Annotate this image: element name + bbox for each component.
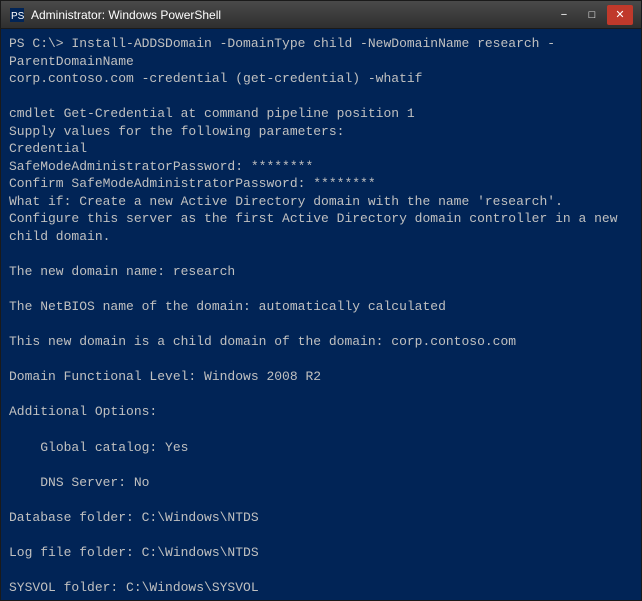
terminal-line: Global catalog: Yes (9, 439, 633, 457)
blank-line (9, 316, 633, 334)
window-title: Administrator: Windows PowerShell (31, 8, 221, 22)
blank-line (9, 351, 633, 369)
terminal-body: PS C:\> Install-ADDSDomain -DomainType c… (1, 29, 641, 600)
terminal-line: SYSVOL folder: C:\Windows\SYSVOL (9, 579, 633, 597)
terminal-line: Supply values for the following paramete… (9, 123, 633, 141)
blank-line (9, 561, 633, 579)
terminal-line: Configure this server as the first Activ… (9, 210, 633, 245)
terminal-line: PS C:\> Install-ADDSDomain -DomainType c… (9, 35, 633, 70)
minimize-button[interactable]: − (551, 5, 577, 25)
close-button[interactable]: ✕ (607, 5, 633, 25)
terminal-line: Database folder: C:\Windows\NTDS (9, 509, 633, 527)
terminal-line: Additional Options: (9, 403, 633, 421)
blank-line (9, 246, 633, 264)
blank-line (9, 386, 633, 404)
maximize-button[interactable]: □ (579, 5, 605, 25)
title-bar-left: PS Administrator: Windows PowerShell (9, 7, 221, 23)
terminal-line: The new domain name: research (9, 263, 633, 281)
terminal-line: The NetBIOS name of the domain: automati… (9, 298, 633, 316)
blank-line (9, 421, 633, 439)
title-bar-controls: − □ ✕ (551, 5, 633, 25)
powershell-icon: PS (9, 7, 25, 23)
terminal-line: What if: Create a new Active Directory d… (9, 193, 633, 211)
powershell-window: PS Administrator: Windows PowerShell − □… (0, 0, 642, 601)
terminal-line: This new domain is a child domain of the… (9, 333, 633, 351)
blank-line (9, 526, 633, 544)
blank-line (9, 281, 633, 299)
blank-line (9, 88, 633, 106)
terminal-line: SafeModeAdministratorPassword: ******** (9, 158, 633, 176)
title-bar: PS Administrator: Windows PowerShell − □… (1, 1, 641, 29)
terminal-line: Credential (9, 140, 633, 158)
blank-line (9, 456, 633, 474)
terminal-line: Confirm SafeModeAdministratorPassword: *… (9, 175, 633, 193)
blank-line (9, 597, 633, 601)
blank-line (9, 491, 633, 509)
terminal-line: corp.contoso.com -credential (get-creden… (9, 70, 633, 88)
terminal-line: Domain Functional Level: Windows 2008 R2 (9, 368, 633, 386)
svg-text:PS: PS (11, 11, 24, 22)
terminal-line: cmdlet Get-Credential at command pipelin… (9, 105, 633, 123)
terminal-content[interactable]: PS C:\> Install-ADDSDomain -DomainType c… (9, 35, 633, 600)
terminal-line: Log file folder: C:\Windows\NTDS (9, 544, 633, 562)
terminal-line: DNS Server: No (9, 474, 633, 492)
